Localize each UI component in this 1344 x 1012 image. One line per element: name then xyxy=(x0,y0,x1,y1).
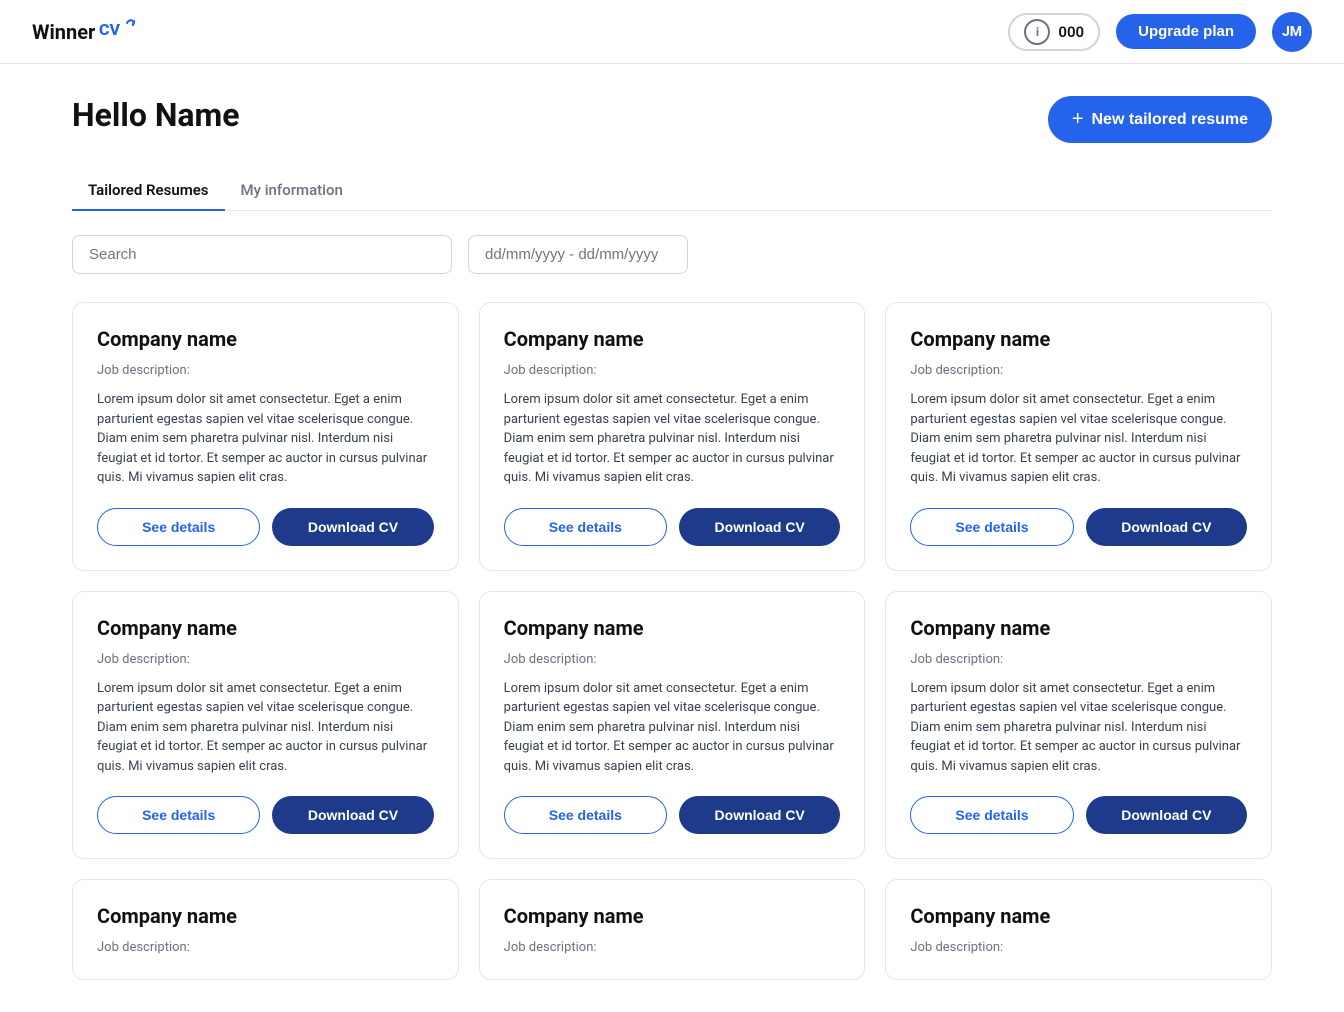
card-company: Company name xyxy=(504,904,841,928)
card-description: Lorem ipsum dolor sit amet consectetur. … xyxy=(910,390,1247,488)
card-company: Company name xyxy=(504,616,841,640)
resume-card: Company name Job description: Lorem ipsu… xyxy=(479,591,866,860)
see-details-button[interactable]: See details xyxy=(97,796,260,834)
download-cv-button[interactable]: Download CV xyxy=(272,796,433,834)
resume-card: Company name Job description: xyxy=(885,879,1272,980)
card-actions: See details Download CV xyxy=(910,796,1247,834)
tabs: Tailored Resumes My information xyxy=(72,171,1272,211)
card-actions: See details Download CV xyxy=(97,796,434,834)
resume-card: Company name Job description: Lorem ipsu… xyxy=(885,591,1272,860)
see-details-button[interactable]: See details xyxy=(910,508,1073,546)
card-label: Job description: xyxy=(504,363,841,378)
token-badge: i 000 xyxy=(1008,13,1100,51)
download-cv-button[interactable]: Download CV xyxy=(272,508,433,546)
card-label: Job description: xyxy=(910,652,1247,667)
cards-grid: Company name Job description: Lorem ipsu… xyxy=(72,302,1272,980)
card-company: Company name xyxy=(910,327,1247,351)
card-label: Job description: xyxy=(910,363,1247,378)
token-icon: i xyxy=(1024,19,1050,45)
avatar[interactable]: JM xyxy=(1272,12,1312,52)
card-label: Job description: xyxy=(504,940,841,955)
logo-text: Winner xyxy=(32,20,95,44)
filters xyxy=(72,235,1272,274)
resume-card: Company name Job description: Lorem ipsu… xyxy=(72,302,459,571)
search-input[interactable] xyxy=(72,235,452,274)
card-description: Lorem ipsum dolor sit amet consectetur. … xyxy=(504,390,841,488)
new-resume-button[interactable]: + New tailored resume xyxy=(1048,96,1272,143)
card-label: Job description: xyxy=(97,940,434,955)
card-label: Job description: xyxy=(504,652,841,667)
card-company: Company name xyxy=(910,616,1247,640)
see-details-button[interactable]: See details xyxy=(504,508,667,546)
plus-icon: + xyxy=(1072,108,1084,131)
card-description: Lorem ipsum dolor sit amet consectetur. … xyxy=(97,679,434,777)
resume-card: Company name Job description: Lorem ipsu… xyxy=(885,302,1272,571)
card-label: Job description: xyxy=(910,940,1247,955)
date-range-input[interactable] xyxy=(468,235,688,274)
logo-icon: CV xyxy=(99,17,135,47)
card-description: Lorem ipsum dolor sit amet consectetur. … xyxy=(910,679,1247,777)
logo: Winner CV xyxy=(32,17,135,47)
token-count: 000 xyxy=(1058,23,1084,41)
card-actions: See details Download CV xyxy=(504,508,841,546)
main-content: Hello Name + New tailored resume Tailore… xyxy=(32,64,1312,1012)
tab-tailored-resumes[interactable]: Tailored Resumes xyxy=(72,171,225,211)
card-actions: See details Download CV xyxy=(910,508,1247,546)
card-description: Lorem ipsum dolor sit amet consectetur. … xyxy=(97,390,434,488)
tab-my-information[interactable]: My information xyxy=(225,171,359,211)
card-company: Company name xyxy=(97,904,434,928)
card-company: Company name xyxy=(910,904,1247,928)
card-actions: See details Download CV xyxy=(97,508,434,546)
card-actions: See details Download CV xyxy=(504,796,841,834)
nav-right: i 000 Upgrade plan JM xyxy=(1008,12,1312,52)
page-title: Hello Name xyxy=(72,96,240,134)
download-cv-button[interactable]: Download CV xyxy=(679,508,840,546)
see-details-button[interactable]: See details xyxy=(97,508,260,546)
see-details-button[interactable]: See details xyxy=(910,796,1073,834)
navbar: Winner CV i 000 Upgrade plan JM xyxy=(0,0,1344,64)
card-description: Lorem ipsum dolor sit amet consectetur. … xyxy=(504,679,841,777)
card-company: Company name xyxy=(97,616,434,640)
resume-card: Company name Job description: xyxy=(479,879,866,980)
see-details-button[interactable]: See details xyxy=(504,796,667,834)
upgrade-button[interactable]: Upgrade plan xyxy=(1116,14,1256,49)
card-label: Job description: xyxy=(97,363,434,378)
card-company: Company name xyxy=(97,327,434,351)
card-company: Company name xyxy=(504,327,841,351)
svg-text:CV: CV xyxy=(99,20,120,39)
resume-card: Company name Job description: Lorem ipsu… xyxy=(72,591,459,860)
resume-card: Company name Job description: xyxy=(72,879,459,980)
download-cv-button[interactable]: Download CV xyxy=(1086,508,1247,546)
download-cv-button[interactable]: Download CV xyxy=(1086,796,1247,834)
resume-card: Company name Job description: Lorem ipsu… xyxy=(479,302,866,571)
download-cv-button[interactable]: Download CV xyxy=(679,796,840,834)
page-header: Hello Name + New tailored resume xyxy=(72,96,1272,143)
new-resume-label: New tailored resume xyxy=(1092,111,1249,129)
card-label: Job description: xyxy=(97,652,434,667)
